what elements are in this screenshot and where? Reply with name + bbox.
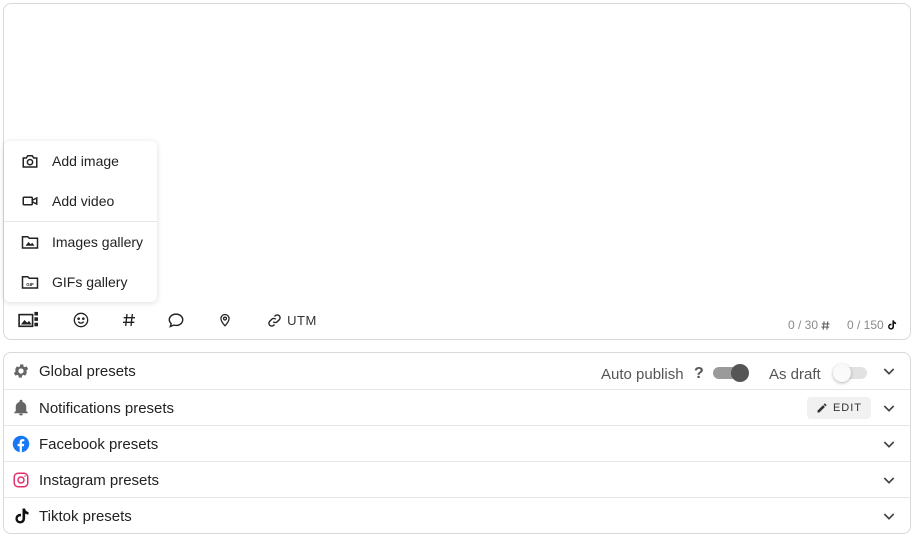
auto-publish-label: Auto publish <box>601 366 684 383</box>
comment-icon <box>168 312 184 328</box>
emoji-icon <box>73 312 89 328</box>
help-icon[interactable]: ? <box>694 365 704 383</box>
toggle-knob <box>731 364 749 382</box>
facebook-icon <box>12 435 30 453</box>
chevron-down-icon[interactable] <box>881 436 897 452</box>
location-pin-icon <box>220 313 230 327</box>
video-icon <box>22 196 38 206</box>
comment-button[interactable] <box>165 309 187 331</box>
pencil-icon <box>817 403 827 413</box>
menu-item-label: Add image <box>52 153 119 169</box>
preset-label: Notifications presets <box>39 400 175 417</box>
character-count: 0 / 150 <box>847 318 884 332</box>
preset-row-notifications[interactable]: Notifications presets EDIT <box>4 389 910 425</box>
edit-button[interactable]: EDIT <box>807 397 871 419</box>
menu-item-label: GIFs gallery <box>52 274 128 290</box>
emoji-button[interactable] <box>71 309 91 331</box>
image-folder-icon <box>21 236 39 249</box>
presets-panel: Global presets Auto publish ? As draft N… <box>3 352 911 534</box>
bell-icon <box>14 399 28 416</box>
menu-item-add-image[interactable]: Add image <box>4 141 157 181</box>
auto-publish-toggle[interactable] <box>713 363 749 382</box>
utm-button[interactable]: UTM <box>264 309 320 331</box>
hashtag-icon <box>821 320 830 330</box>
gear-icon <box>13 364 29 378</box>
chevron-down-icon[interactable] <box>881 400 897 416</box>
svg-text:GIF: GIF <box>26 282 34 287</box>
hashtag-counter: 0 / 30 <box>788 318 831 332</box>
media-icon <box>18 311 38 328</box>
hashtag-icon <box>123 313 135 327</box>
tiktok-icon <box>887 320 896 330</box>
chevron-down-icon[interactable] <box>881 363 897 379</box>
preset-row-global[interactable]: Global presets Auto publish ? As draft <box>4 353 910 389</box>
link-icon <box>268 313 281 327</box>
menu-item-gifs-gallery[interactable]: GIF GIFs gallery <box>4 262 157 302</box>
hashtag-button[interactable] <box>119 309 139 331</box>
as-draft-toggle[interactable] <box>833 363 869 382</box>
camera-icon <box>22 155 38 168</box>
menu-item-images-gallery[interactable]: Images gallery <box>4 222 157 262</box>
tiktok-icon <box>15 508 29 524</box>
preset-row-instagram[interactable]: Instagram presets <box>4 461 910 497</box>
media-button[interactable] <box>17 309 41 331</box>
preset-row-facebook[interactable]: Facebook presets <box>4 425 910 461</box>
as-draft-label: As draft <box>769 366 821 383</box>
preset-row-tiktok[interactable]: Tiktok presets <box>4 497 910 533</box>
chevron-down-icon[interactable] <box>881 472 897 488</box>
utm-label: UTM <box>287 312 317 328</box>
instagram-icon <box>13 472 29 488</box>
preset-label: Tiktok presets <box>39 508 132 525</box>
preset-label: Global presets <box>39 363 136 380</box>
location-button[interactable] <box>215 309 235 331</box>
edit-label: EDIT <box>832 402 863 414</box>
preset-label: Instagram presets <box>39 472 160 489</box>
preset-label: Facebook presets <box>39 436 159 453</box>
menu-item-add-video[interactable]: Add video <box>4 181 157 221</box>
menu-item-label: Add video <box>52 193 115 209</box>
menu-item-label: Images gallery <box>52 234 144 250</box>
character-counter: 0 / 150 <box>847 318 897 332</box>
hashtag-count: 0 / 30 <box>788 318 819 332</box>
toggle-knob <box>833 364 851 382</box>
media-menu: Add image Add video Images gallery GIF G… <box>4 141 157 302</box>
chevron-down-icon[interactable] <box>881 508 897 524</box>
gif-folder-icon: GIF <box>21 276 39 289</box>
